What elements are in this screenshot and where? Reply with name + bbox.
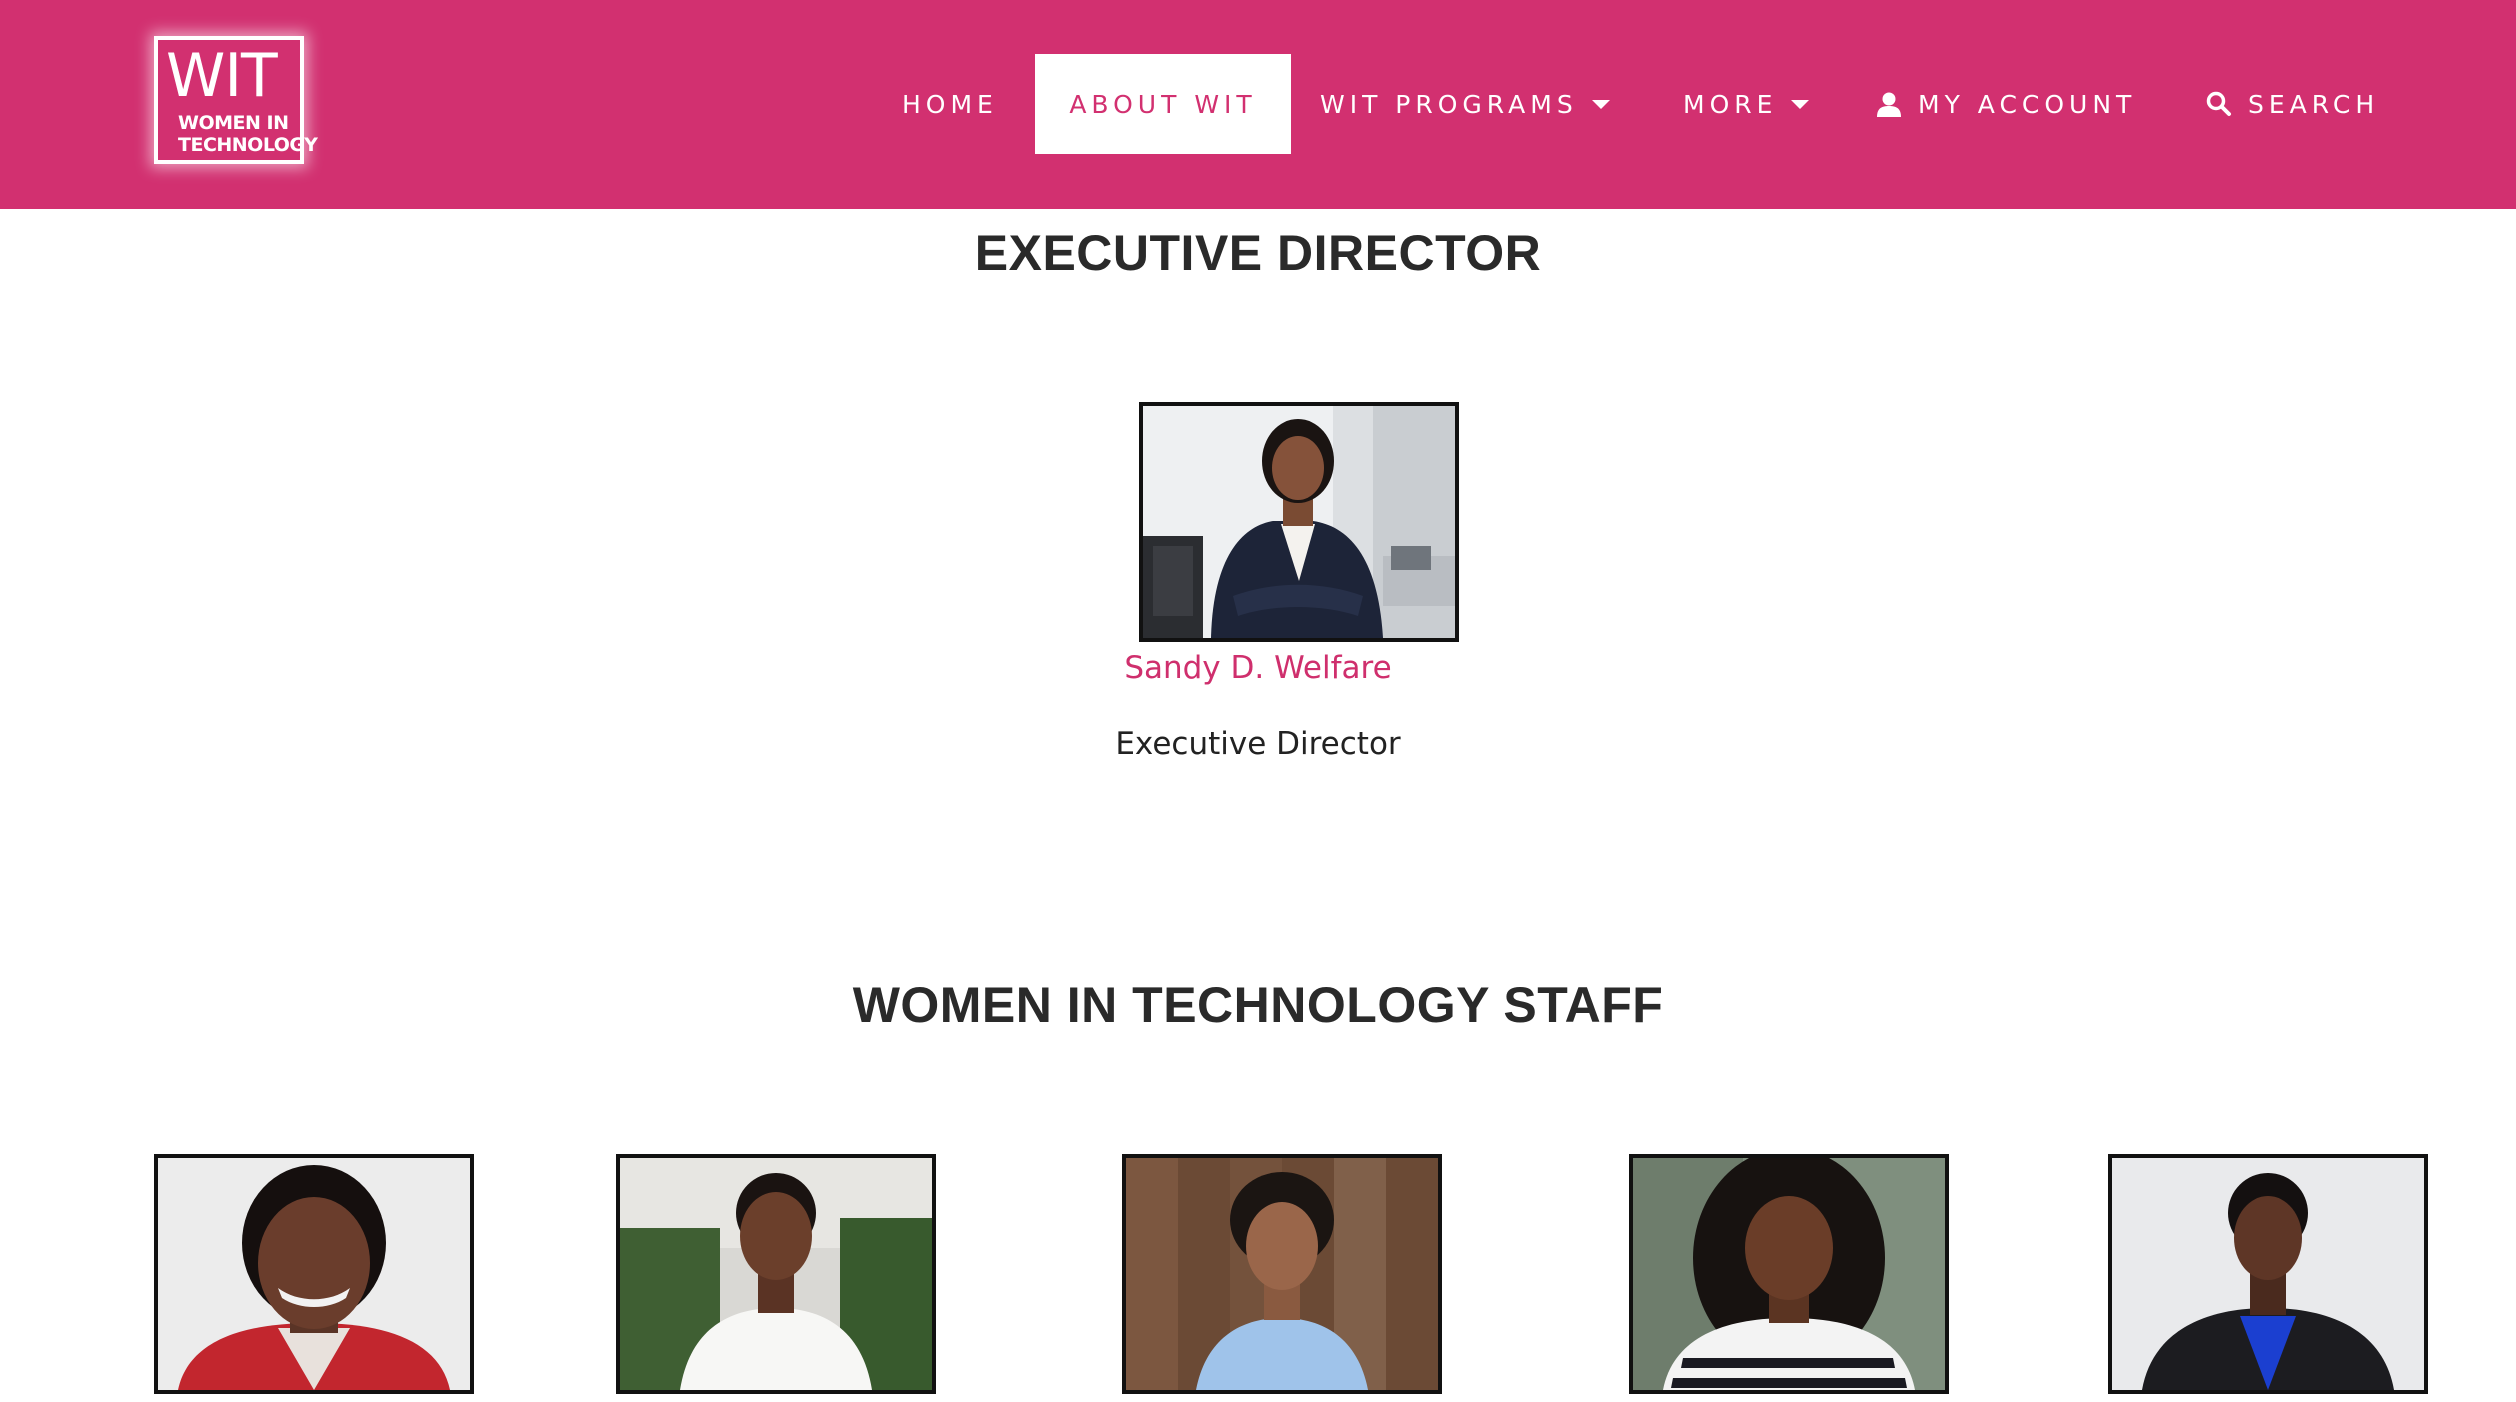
- portrait-image: [1126, 1158, 1438, 1390]
- staff-photo[interactable]: [1629, 1154, 1949, 1394]
- portrait-image: [1633, 1158, 1945, 1390]
- nav-about-wit[interactable]: ABOUT WIT: [1035, 54, 1291, 154]
- wit-logo[interactable]: WIT WOMEN IN TECHNOLOGY: [154, 36, 318, 164]
- executive-director-role: Executive Director: [1115, 726, 1401, 762]
- site-header: WIT WOMEN IN TECHNOLOGY HOME ABOUT WIT W…: [0, 0, 2516, 209]
- executive-director-name-link[interactable]: Sandy D. Welfare: [0, 650, 2516, 686]
- nav-home[interactable]: HOME: [902, 54, 998, 154]
- portrait-image: [2112, 1158, 2424, 1390]
- staff-heading: WOMEN IN TECHNOLOGY STAFF: [852, 977, 1664, 1033]
- staff-photo[interactable]: [1122, 1154, 1442, 1394]
- nav-account-label: MY ACCOUNT: [1918, 89, 2137, 119]
- portrait-image: [158, 1158, 470, 1390]
- nav-about-label: ABOUT WIT: [1069, 89, 1257, 119]
- portrait-image: [1143, 406, 1455, 638]
- logo-tagline: WOMEN IN TECHNOLOGY: [178, 112, 318, 156]
- nav-search[interactable]: SEARCH: [2206, 54, 2379, 154]
- search-icon: [2206, 91, 2231, 116]
- staff-photo[interactable]: [616, 1154, 936, 1394]
- nav-wit-programs[interactable]: WIT PROGRAMS: [1320, 54, 1610, 154]
- nav-home-label: HOME: [902, 89, 998, 119]
- portrait-image: [620, 1158, 932, 1390]
- chevron-down-icon: [1591, 99, 1610, 109]
- staff-photo[interactable]: [2108, 1154, 2428, 1394]
- user-icon: [1877, 92, 1901, 117]
- logo-wordmark: WIT: [166, 41, 278, 111]
- nav-my-account[interactable]: MY ACCOUNT: [1876, 54, 2136, 154]
- nav-more[interactable]: MORE: [1683, 54, 1810, 154]
- executive-director-photo[interactable]: [1139, 402, 1459, 642]
- logo-line-2: TECHNOLOGY: [178, 134, 318, 156]
- executive-director-heading: EXECUTIVE DIRECTOR: [974, 225, 1542, 281]
- nav-programs-label: WIT PROGRAMS: [1320, 89, 1578, 119]
- nav-search-label: SEARCH: [2248, 89, 2380, 119]
- nav-more-label: MORE: [1683, 89, 1778, 119]
- chevron-down-icon: [1791, 99, 1810, 109]
- logo-line-1: WOMEN IN: [178, 112, 289, 134]
- staff-photo[interactable]: [154, 1154, 474, 1394]
